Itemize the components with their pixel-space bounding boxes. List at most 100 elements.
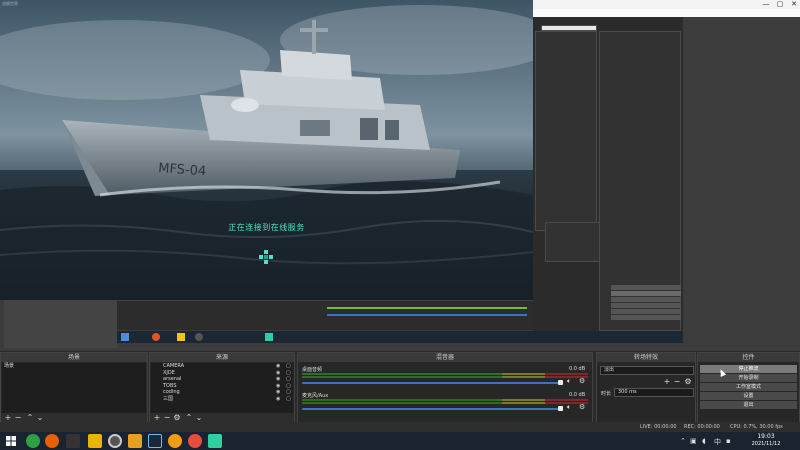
source-label: XJDE <box>163 369 175 376</box>
scene-item[interactable]: 场景 <box>2 363 146 370</box>
mixer-channel-db: 0.0 dB <box>569 366 586 372</box>
app-teal-icon[interactable] <box>208 434 222 448</box>
sources-dock: 来源 CAMERA ◉ ▢ XJDE ◉ ▢ arsenal ◉ ▢ TOBS ◉ ▢ codi… <box>149 352 295 424</box>
app-icon[interactable] <box>168 434 182 448</box>
network-icon[interactable]: ▣ <box>690 437 697 445</box>
close-button[interactable]: ✕ <box>787 0 800 9</box>
connecting-status-text: 正在连接到在线服务 <box>228 223 305 232</box>
input-method-icon[interactable]: 中 <box>714 437 721 447</box>
studio-mode-button[interactable]: 工作室模式 <box>700 383 797 391</box>
nested-dialog-bar <box>541 25 597 31</box>
source-item[interactable]: 三国 ◉ ▢ <box>151 396 293 403</box>
steam-icon[interactable] <box>148 434 162 448</box>
remove-transition-button[interactable]: − <box>672 377 682 387</box>
nested-control <box>611 285 681 290</box>
volume-meter <box>302 402 588 404</box>
source-label: TOBS <box>163 382 177 389</box>
controls-title: 控件 <box>698 353 799 362</box>
speaker-icon[interactable]: 🔈︎ <box>567 403 571 412</box>
nested-taskbar <box>117 331 683 343</box>
scenes-list: 场景 <box>2 363 146 413</box>
nested-scenes-panel <box>4 300 117 348</box>
volume-icon[interactable]: ◖ <box>702 437 706 445</box>
volume-slider-thumb[interactable] <box>558 406 563 411</box>
gear-icon[interactable]: ⚙ <box>579 377 585 385</box>
game-capture-window[interactable]: MFS-04 战舰世界 正在连接到在线服务 <box>0 0 533 300</box>
app-icon[interactable] <box>66 434 80 448</box>
window-titlebar: — ▢ ✕ <box>533 0 800 9</box>
sources-title: 来源 <box>150 353 294 362</box>
obs-icon <box>195 333 203 341</box>
game-window-label: 战舰世界 <box>2 1 18 6</box>
mixer-channel-db: 0.0 dB <box>569 392 586 398</box>
clock-date[interactable]: 2021/11/12 <box>745 441 787 447</box>
volume-meter <box>302 399 588 401</box>
app-red-icon[interactable] <box>188 434 202 448</box>
mixer-title: 混音器 <box>298 353 592 362</box>
duration-label: 时长 <box>601 391 612 397</box>
stop-streaming-button[interactable]: 停止推流 <box>700 365 797 373</box>
scenes-title: 场景 <box>1 353 147 362</box>
windows-start-icon[interactable] <box>4 434 18 448</box>
transitions-body: 淡出 + − ⚙ 时长 300 ms <box>598 363 694 422</box>
volume-slider[interactable] <box>302 408 562 410</box>
volume-meter <box>302 376 588 378</box>
transitions-dock: 转场特效 淡出 + − ⚙ 时长 300 ms <box>596 352 696 424</box>
nested-control <box>611 297 681 302</box>
nested-obs-preview <box>533 17 683 337</box>
firefox-icon[interactable] <box>45 434 59 448</box>
app-icon <box>177 333 185 341</box>
app-icon <box>265 333 273 341</box>
scenes-dock: 场景 场景 + − ⌃ ⌄ <box>0 352 148 424</box>
live-timer: LIVE: 00:00:00 <box>640 424 677 430</box>
transition-type-select[interactable]: 淡出 <box>600 366 694 375</box>
menu-bar <box>533 9 800 17</box>
obs-icon[interactable] <box>108 434 122 448</box>
source-label: coding <box>163 389 180 395</box>
eye-icon[interactable]: ◉ <box>276 396 280 403</box>
app-yellow-icon[interactable] <box>88 434 102 448</box>
audio-mixer-dock: 混音器 桌面音频 0.0 dB 🔈︎ ⚙ 麦克风/Aux 0.0 dB 🔈︎ ⚙ <box>297 352 593 424</box>
minimize-button[interactable]: — <box>759 0 773 9</box>
speaker-icon[interactable]: 🔈︎ <box>567 377 571 386</box>
cpu-fps: CPU: 0.7%, 30.00 fps <box>730 424 783 430</box>
volume-meter <box>302 373 588 375</box>
gear-icon[interactable]: ⚙ <box>683 377 693 387</box>
rec-timer: REC: 00:00:00 <box>684 424 720 430</box>
mixer-channel-name: 麦克风/Aux <box>302 393 329 399</box>
nested-context-menu <box>545 222 600 262</box>
nested-panel <box>535 31 597 231</box>
settings-button[interactable]: 设置 <box>700 392 797 400</box>
add-transition-button[interactable]: + <box>662 377 672 387</box>
source-label: arsenal <box>163 376 182 382</box>
loading-icon <box>259 250 273 264</box>
lock-icon[interactable]: ▢ <box>286 396 291 403</box>
nested-control <box>611 291 681 296</box>
app-green-icon[interactable] <box>26 434 40 448</box>
nested-slider <box>327 314 527 316</box>
status-bar <box>0 422 800 432</box>
volume-slider-thumb[interactable] <box>558 380 563 385</box>
scene-label: 场景 <box>4 363 15 369</box>
nested-control <box>611 315 681 320</box>
clock-time[interactable]: 19:03 <box>752 433 780 440</box>
exit-button[interactable]: 退出 <box>700 401 797 409</box>
gear-icon[interactable]: ⚙ <box>579 403 585 411</box>
nested-control <box>611 303 681 308</box>
source-label: 三国 <box>163 395 174 402</box>
nested-control <box>611 309 681 314</box>
start-recording-button[interactable]: 开始录制 <box>700 374 797 382</box>
app-orange-icon[interactable] <box>128 434 142 448</box>
source-label: CAMERA <box>163 363 185 369</box>
maximize-button[interactable]: ▢ <box>773 0 787 9</box>
windows-icon <box>121 333 129 341</box>
chevron-up-icon[interactable]: ⌃ <box>680 437 686 445</box>
nested-meter <box>327 307 527 309</box>
mixer-channel-name: 桌面音频 <box>302 367 323 373</box>
app-tray-icon[interactable]: ▪ <box>726 437 731 445</box>
mixer-body: 桌面音频 0.0 dB 🔈︎ ⚙ 麦克风/Aux 0.0 dB 🔈︎ ⚙ <box>299 363 591 422</box>
firefox-icon <box>152 333 160 341</box>
transitions-title: 转场特效 <box>597 353 695 362</box>
volume-slider[interactable] <box>302 382 562 384</box>
duration-field[interactable]: 300 ms <box>614 388 694 397</box>
